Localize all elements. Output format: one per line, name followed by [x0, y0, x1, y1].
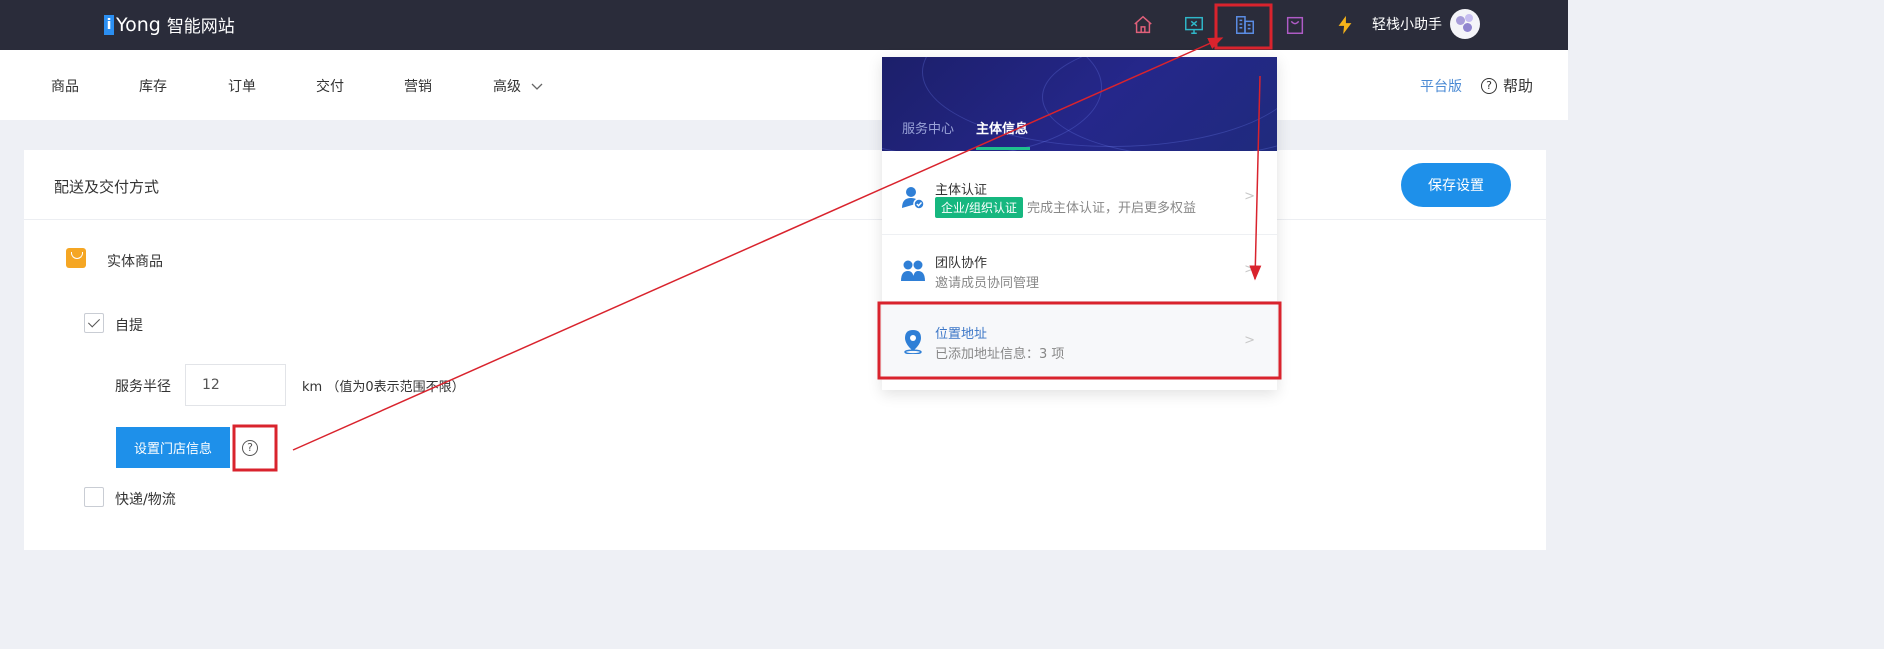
pickup-checkbox[interactable] [84, 313, 104, 333]
shopping-bag-icon [66, 248, 86, 268]
user-verified-icon [902, 187, 925, 210]
card-header: 配送及交付方式 保存设置 [24, 150, 1546, 220]
platform-link[interactable]: 平台版 [1420, 76, 1462, 96]
user-name[interactable]: 轻栈小助手 [1372, 14, 1442, 34]
chevron-right-icon: > [1244, 189, 1255, 204]
menu-item-title: 团队协作 [935, 256, 988, 271]
menu-item-team-collaboration[interactable]: 团队协作 邀请成员协同管理 > [882, 235, 1277, 302]
pickup-label: 自提 [115, 318, 143, 334]
section-label-physical-goods: 实体商品 [107, 254, 163, 270]
service-radius-label: 服务半径 [115, 379, 171, 395]
menu-item-subtitle: 企业/组织认证 完成主体认证，开启更多权益 [935, 197, 1196, 218]
save-settings-button[interactable]: 保存设置 [1401, 163, 1511, 207]
dropdown-header: 服务中心 主体信息 [882, 57, 1277, 151]
menu-item-title: 位置地址 [935, 327, 988, 342]
delivery-checkbox[interactable] [84, 487, 104, 507]
tab-service-center[interactable]: 服务中心 [902, 118, 954, 137]
menu-item-subtitle: 邀请成员协同管理 [935, 276, 1040, 291]
tab-entity-info[interactable]: 主体信息 [976, 118, 1028, 137]
nav-item-marketing[interactable]: 营销 [404, 76, 432, 96]
entity-info-dropdown: 服务中心 主体信息 主体认证 企业/组织认证 完成主体认证，开启更多权益 > 团队… [882, 57, 1277, 390]
logo[interactable]: i Yong 智能网站 [104, 12, 235, 37]
question-icon[interactable]: ? [242, 440, 258, 456]
monitor-icon[interactable] [1179, 10, 1209, 40]
help-link[interactable]: ? 帮助 [1481, 75, 1533, 96]
avatar[interactable] [1450, 9, 1480, 39]
help-icon: ? [1481, 77, 1497, 94]
menu-item-subtitle: 已添加地址信息：3 项 [935, 347, 1065, 362]
nav-item-advanced[interactable]: 高级 [493, 76, 543, 96]
lightning-icon[interactable] [1330, 10, 1360, 40]
help-label: 帮助 [1503, 77, 1534, 95]
menu-item-title: 主体认证 [935, 183, 988, 198]
main-nav: 商品 库存 订单 交付 营销 高级 平台版 ? 帮助 [0, 50, 1568, 120]
nav-item-delivery[interactable]: 交付 [316, 76, 344, 96]
nav-item-orders[interactable]: 订单 [228, 76, 256, 96]
logo-mark: i [104, 14, 114, 35]
nav-item-advanced-label: 高级 [493, 79, 521, 95]
chevron-right-icon: > [1244, 262, 1255, 277]
logo-subtitle: 智能网站 [166, 17, 235, 37]
menu-item-location-address[interactable]: 位置地址 已添加地址信息：3 项 > [882, 302, 1277, 380]
delivery-label: 快递/物流 [115, 492, 176, 508]
menu-item-subtitle-text: 完成主体认证，开启更多权益 [1027, 201, 1197, 216]
home-icon[interactable] [1128, 10, 1158, 40]
chevron-down-icon [531, 83, 543, 90]
service-radius-input[interactable] [185, 364, 286, 406]
set-store-info-button[interactable]: 设置门店信息 [116, 427, 230, 468]
top-bar: i Yong 智能网站 轻栈小助手 [0, 0, 1568, 50]
delivery-settings-card: 配送及交付方式 保存设置 实体商品 自提 服务半径 km （值为0表示范围不限）… [24, 150, 1546, 550]
chevron-right-icon: > [1244, 333, 1255, 348]
location-pin-icon [904, 330, 922, 354]
nav-item-products[interactable]: 商品 [51, 76, 79, 96]
nav-item-inventory[interactable]: 库存 [139, 76, 167, 96]
bag-icon[interactable] [1280, 10, 1310, 40]
page-title: 配送及交付方式 [54, 178, 160, 196]
active-tab-indicator [976, 147, 1030, 150]
logo-brand: Yong [116, 13, 161, 36]
team-icon [901, 260, 925, 281]
org-verification-badge: 企业/组织认证 [935, 197, 1024, 218]
radius-unit-hint: km （值为0表示范围不限） [302, 380, 465, 395]
building-icon[interactable] [1230, 10, 1260, 40]
menu-item-entity-verification[interactable]: 主体认证 企业/组织认证 完成主体认证，开启更多权益 > [882, 151, 1277, 235]
